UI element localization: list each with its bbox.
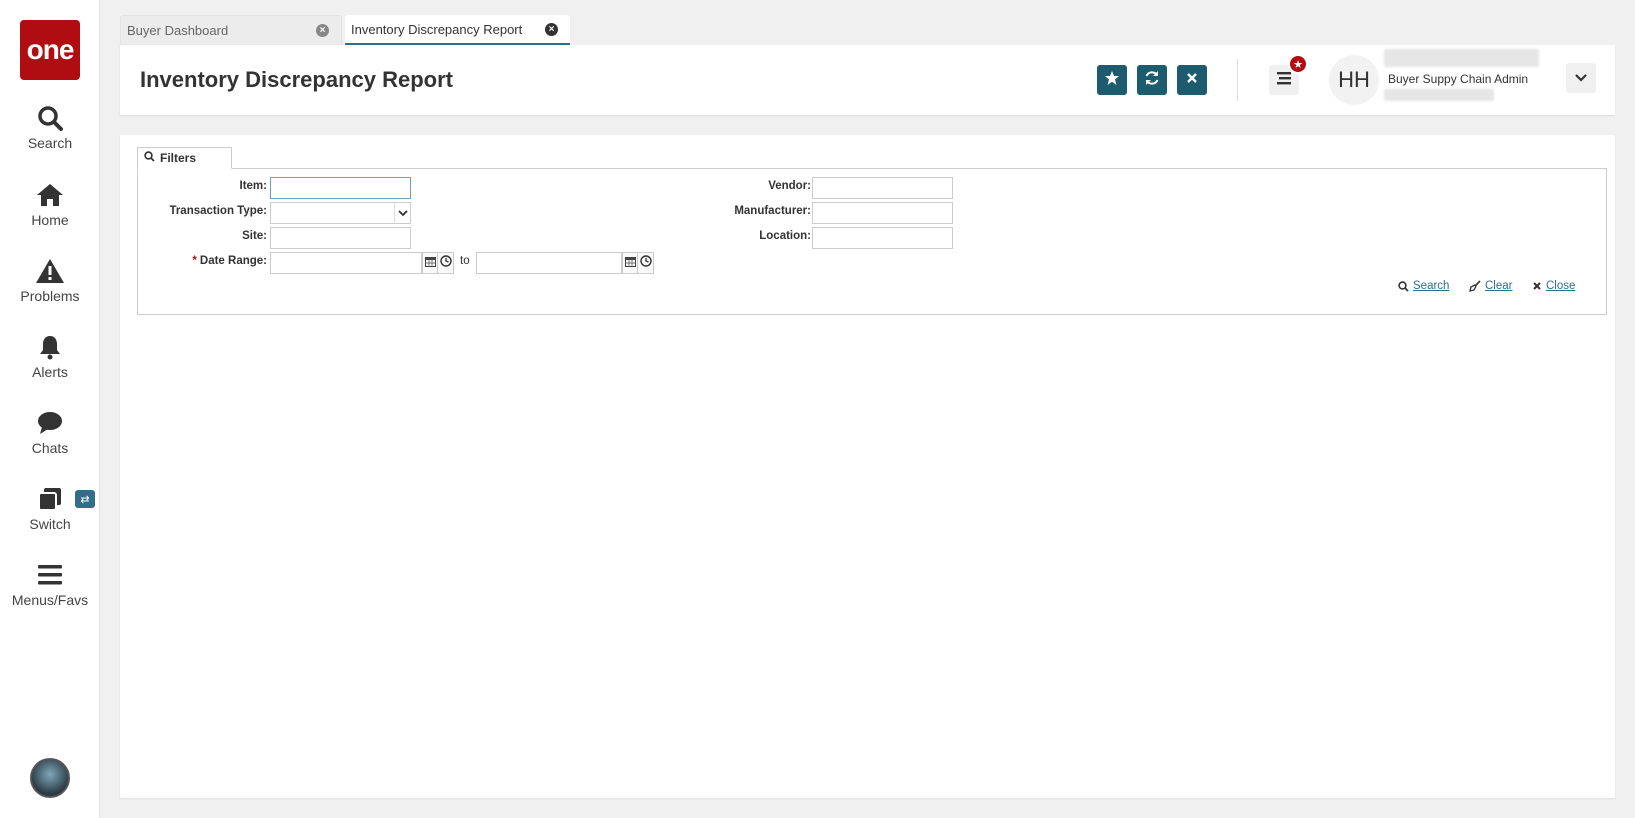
sidebar-item-label: Menus/Favs [11,592,89,608]
transaction-type-label: Transaction Type: [169,205,267,217]
chevron-down-icon [1575,69,1587,87]
item-label: Item: [239,180,267,192]
date-range-from-input[interactable] [270,252,422,274]
user-avatar[interactable]: HH [1329,55,1379,105]
sidebar-item-menus-favs[interactable]: Menus/Favs [0,560,100,620]
header-divider [1237,59,1238,101]
to-calendar-button[interactable] [622,252,638,274]
switch-icon [35,484,65,514]
close-page-button[interactable] [1177,65,1207,95]
left-sidebar: one Search Home Problems Alerts Chats Sw… [0,0,100,818]
favorites-badge-icon: ★ [1288,54,1308,74]
search-link-label: Search [1413,280,1450,292]
star-icon [1104,70,1120,91]
calendar-icon [424,254,436,272]
close-tab-icon[interactable]: × [545,23,558,36]
close-tab-icon[interactable]: × [316,24,329,37]
from-calendar-button[interactable] [422,252,438,274]
search-icon [144,151,155,165]
vendor-label: Vendor: [768,180,811,192]
transaction-type-select[interactable] [270,202,411,224]
close-link-label: Close [1546,280,1576,292]
redacted-username [1384,49,1539,67]
date-range-label-text: Date Range: [199,255,267,267]
close-icon [1185,71,1199,90]
sidebar-item-problems[interactable]: Problems [0,256,100,316]
sidebar-item-label: Home [31,212,69,228]
app-logo[interactable]: one [20,20,80,80]
redacted-user-info [1384,89,1494,101]
tab-label: Inventory Discrepancy Report [351,21,523,37]
broom-icon [1469,280,1481,292]
favorite-button[interactable] [1097,65,1127,95]
vendor-input[interactable] [812,177,953,199]
filters-tab[interactable]: Filters [137,147,232,169]
tab-label: Buyer Dashboard [127,23,229,38]
sidebar-item-alerts[interactable]: Alerts [0,332,100,392]
refresh-button[interactable] [1137,65,1167,95]
swap-arrows-icon: ⇄ [75,490,95,508]
sidebar-item-label: Chats [31,440,69,456]
sidebar-item-search[interactable]: Search [0,103,100,163]
clock-icon [439,254,452,272]
manufacturer-input[interactable] [812,202,953,224]
menu-icon [35,560,65,590]
sidebar-item-chats[interactable]: Chats [0,408,100,468]
location-input[interactable] [812,227,953,249]
location-label: Location: [759,230,811,242]
warning-icon [35,256,65,286]
sidebar-item-label: Alerts [32,364,68,380]
item-input[interactable] [270,177,411,199]
tab-buyer-dashboard[interactable]: Buyer Dashboard × [120,15,342,45]
tab-inventory-discrepancy-report[interactable]: Inventory Discrepancy Report × [345,15,570,45]
sidebar-item-label: Switch [29,516,71,532]
clear-link-label: Clear [1485,280,1513,292]
page-header: Inventory Discrepancy Report ★ HH Buyer … [120,45,1615,115]
filters-tab-label: Filters [160,151,197,165]
to-label: to [460,255,470,267]
to-time-button[interactable] [638,252,654,274]
search-icon [35,103,65,133]
search-icon [1398,280,1409,292]
report-content: Filters Item: Transaction Type: Site: * D… [120,135,1615,798]
user-menu-dropdown[interactable] [1566,63,1596,93]
manufacturer-label: Manufacturer: [734,205,811,217]
close-icon [1532,281,1542,291]
refresh-icon [1144,70,1160,91]
sidebar-item-label: Problems [20,288,80,304]
from-time-button[interactable] [438,252,454,274]
assistant-avatar[interactable] [30,758,70,798]
site-label: Site: [242,230,267,242]
chat-icon [35,408,65,438]
clear-link[interactable]: Clear [1469,280,1512,292]
filters-panel: Item: Transaction Type: Site: * Date Rang… [137,168,1607,315]
required-marker: * [192,255,197,267]
close-filters-link[interactable]: Close [1532,280,1575,292]
list-icon [1276,71,1292,90]
sidebar-item-home[interactable]: Home [0,180,100,240]
sidebar-item-label: Search [27,135,73,151]
clock-icon [639,254,652,272]
search-link[interactable]: Search [1398,280,1449,292]
chevron-down-icon [394,203,410,223]
site-input[interactable] [270,227,411,249]
calendar-icon [624,254,636,272]
date-range-to-input[interactable] [476,252,622,274]
home-icon [35,180,65,210]
user-role: Buyer Suppy Chain Admin [1388,72,1529,86]
date-range-label: * Date Range: [138,255,267,267]
bell-icon [35,332,65,362]
page-title: Inventory Discrepancy Report [140,67,453,92]
